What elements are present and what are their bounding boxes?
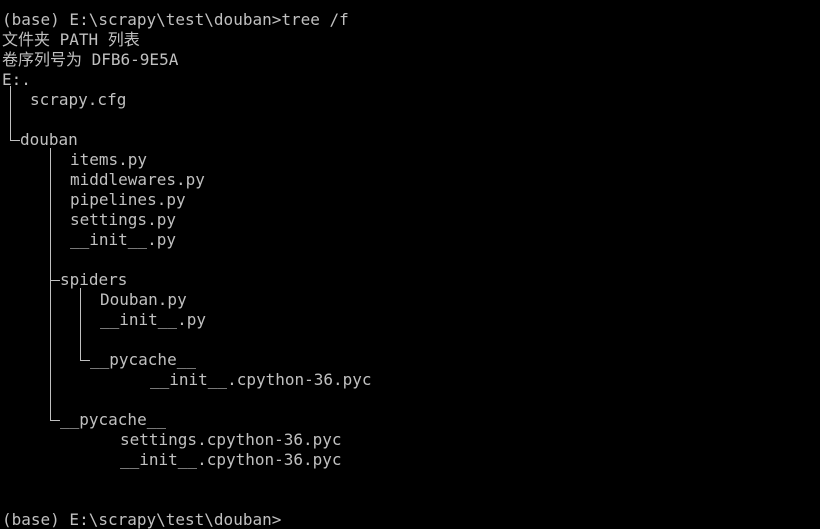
folder-list-header: 文件夹 PATH 列表 [2, 30, 140, 49]
file-settings-pyc: settings.cpython-36.pyc [120, 430, 342, 449]
tree-branch-spiders-vertical [80, 288, 81, 361]
file-pipelines-py: pipelines.py [70, 190, 186, 209]
tree-branch-spiders-horizontal [50, 280, 60, 281]
tree-branch-douban-vertical [50, 148, 51, 421]
file-douban-py: Douban.py [100, 290, 187, 309]
file-spiders-init-py: __init__.py [100, 310, 206, 329]
file-spiders-init-pyc: __init__.cpython-36.pyc [150, 370, 372, 389]
console-window[interactable]: (base) E:\scrapy\test\douban>tree /f 文件夹… [0, 0, 820, 529]
file-settings-py: settings.py [70, 210, 176, 229]
tree-branch-douban-horizontal [10, 140, 20, 141]
folder-douban-pycache: __pycache__ [60, 410, 166, 429]
folder-spiders: spiders [60, 270, 128, 289]
tree-root-label: E:. [2, 70, 31, 89]
tree-branch-spiders-pycache-horizontal [80, 360, 90, 361]
prompt-final-line[interactable]: (base) E:\scrapy\test\douban> [2, 510, 281, 529]
tree-branch-root-vertical [10, 86, 11, 141]
file-scrapy-cfg: scrapy.cfg [30, 90, 127, 109]
file-middlewares-py: middlewares.py [70, 170, 205, 189]
file-init-py: __init__.py [70, 230, 176, 249]
file-items-py: items.py [70, 150, 148, 169]
folder-douban: douban [20, 130, 78, 149]
folder-spiders-pycache: __pycache__ [90, 350, 196, 369]
tree-branch-douban-pycache-horizontal [50, 420, 60, 421]
prompt-command-line: (base) E:\scrapy\test\douban>tree /f [2, 10, 349, 29]
volume-serial-line: 卷序列号为 DFB6-9E5A [2, 50, 179, 69]
file-douban-init-pyc: __init__.cpython-36.pyc [120, 450, 342, 469]
